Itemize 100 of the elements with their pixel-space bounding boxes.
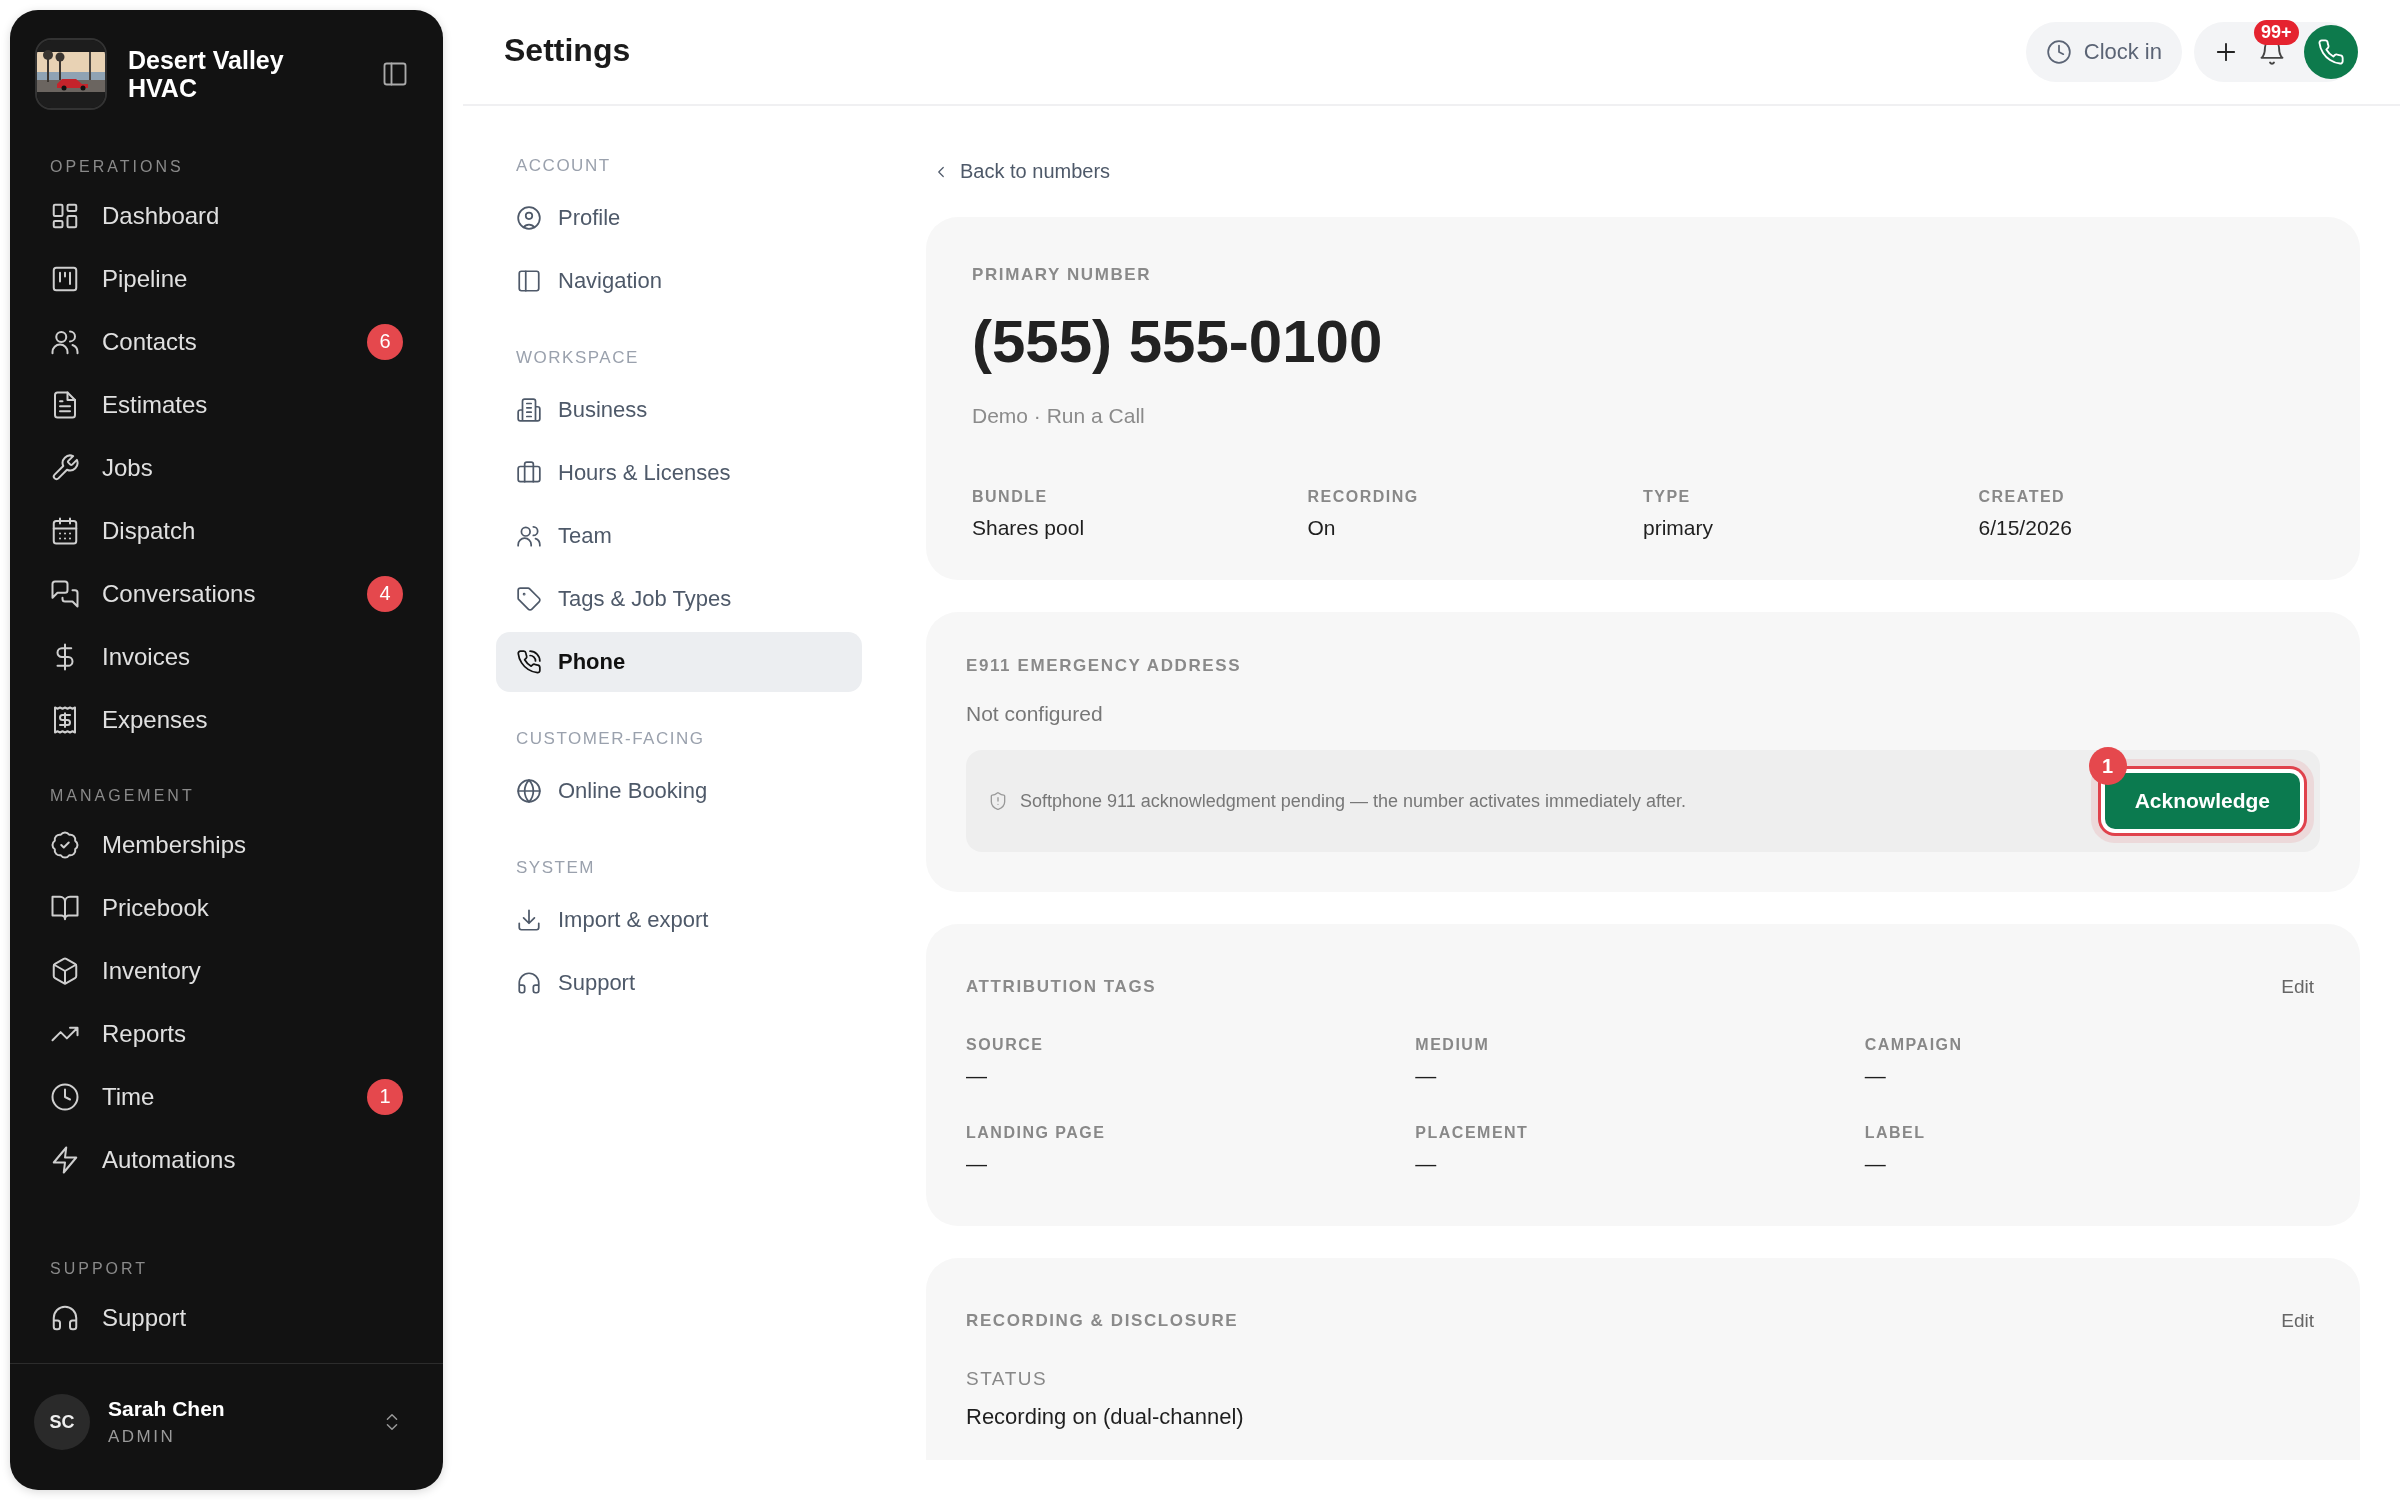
field-label: RECORDING [1307,488,1420,506]
count-badge: 4 [367,575,403,612]
field-value: — [1415,1152,1438,1176]
field-value: Shares pool [972,516,1086,540]
user-role: ADMIN [108,1427,177,1447]
section-label: MANAGEMENT [49,787,196,805]
settings-nav-item[interactable]: Import & export [496,890,862,950]
step-badge: 1 [2088,747,2127,785]
sidebar-toggle-icon[interactable] [381,60,409,88]
settings-nav-item[interactable]: Business [496,380,862,440]
address-status: Not configured [966,702,1104,726]
headset-icon [516,970,542,996]
shield-icon [988,791,1008,811]
settings-nav-item[interactable]: Profile [496,188,862,248]
field-value: — [966,1152,988,1176]
user-menu[interactable]: SC Sarah Chen ADMIN [10,1363,443,1490]
sidebar-item[interactable]: Memberships [20,813,431,876]
count-badge: 1 [367,1078,403,1115]
field-label: LABEL [1864,1124,1927,1142]
globe-icon [516,778,542,804]
phone-button[interactable] [2304,25,2358,79]
phone-icon [516,649,542,675]
section-label: SUPPORT [49,1260,150,1278]
panel-icon [516,268,542,294]
sidebar-item[interactable]: Conversations 4 [20,562,431,625]
download-icon [516,907,542,933]
field-value: — [1415,1064,1438,1088]
field-value: — [1864,1152,1887,1176]
user-name: Sarah Chen [108,1397,225,1421]
building-icon [516,397,542,423]
section-label: CUSTOMER-FACING [516,729,706,749]
box-icon [50,955,80,986]
field-value: — [966,1064,988,1088]
company-name: Desert Valley HVAC [128,46,285,102]
back-link[interactable]: Back to numbers [932,160,2360,183]
clock-icon [50,1081,80,1112]
field-label: STATUS [966,1368,1049,1390]
phone-number: (555) 555-0100 [972,307,1384,376]
section-label: WORKSPACE [516,348,640,368]
field-label: PLACEMENT [1415,1124,1530,1142]
avatar: SC [34,1394,90,1450]
lightning-icon [50,1144,80,1175]
sidebar-item[interactable]: Inventory [20,939,431,1002]
wrench-icon [50,452,80,483]
user-circle-icon [516,205,542,231]
clock-in-button[interactable]: Clock in [2025,22,2182,82]
section-label: SYSTEM [516,858,596,878]
edit-link[interactable]: Edit [2281,976,2314,998]
field-label: CAMPAIGN [1864,1036,1964,1054]
briefcase-icon [516,460,542,486]
chat-bubbles-icon [50,578,80,609]
sidebar-item[interactable]: Jobs [20,436,431,499]
sidebar-item[interactable]: Pipeline [20,247,431,310]
calendar-icon [50,515,80,546]
card-label: PRIMARY NUMBER [972,265,1153,285]
sidebar-item[interactable]: Expenses [20,688,431,751]
field-value: — [1864,1064,1887,1088]
field-value: primary [1643,516,1714,540]
card-label: ATTRIBUTION TAGS [966,977,1157,997]
field-value: Recording on (dual-channel) [966,1404,1245,1430]
settings-nav-item[interactable]: Support [496,953,862,1013]
sidebar-item[interactable]: Invoices [20,625,431,688]
field-label: CREATED [1978,488,2067,506]
field-label: MEDIUM [1415,1036,1491,1054]
settings-nav-item[interactable]: Tags & Job Types [496,569,862,629]
notification-badge: 99+ [2254,20,2299,45]
settings-nav-item[interactable]: Hours & Licenses [496,443,862,503]
sidebar-item[interactable]: Dashboard [20,184,431,247]
settings-nav-item[interactable]: Team [496,506,862,566]
tag-icon [516,586,542,612]
field-label: BUNDLE [972,488,1049,506]
clock-icon [2045,39,2072,65]
settings-nav-item[interactable]: Online Booking [496,761,862,821]
section-label: ACCOUNT [516,156,612,176]
count-badge: 6 [367,323,403,360]
sidebar-item[interactable]: Support [20,1286,431,1349]
field-label: TYPE [1643,488,1692,506]
badge-check-icon [50,829,80,860]
sidebar-item[interactable]: Pricebook [20,876,431,939]
sidebar-item[interactable]: Reports [20,1002,431,1065]
field-label: SOURCE [966,1036,1045,1054]
section-label: OPERATIONS [49,158,185,176]
page-title: Settings [504,31,631,69]
card-label: E911 EMERGENCY ADDRESS [966,656,1243,676]
sidebar-item[interactable]: Contacts 6 [20,310,431,373]
settings-nav-item[interactable]: Navigation [496,251,862,311]
sidebar-item[interactable]: Automations [20,1128,431,1191]
phone-icon [2317,38,2345,66]
field-value: 6/15/2026 [1978,516,2073,540]
edit-link[interactable]: Edit [2281,1310,2314,1332]
users-icon [516,523,542,549]
card-label: RECORDING & DISCLOSURE [966,1311,1239,1331]
sidebar-item[interactable]: Estimates [20,373,431,436]
field-value: On [1307,516,1337,540]
number-subtitle: Demo · Run a Call [972,404,1146,428]
sidebar-item[interactable]: Time 1 [20,1065,431,1128]
field-label: LANDING PAGE [966,1124,1107,1142]
sidebar-item[interactable]: Dispatch [20,499,431,562]
settings-nav-item[interactable]: Phone [496,632,862,692]
notice-text: Softphone 911 acknowledgment pending — the number activates immediately after. [1020,790,1687,812]
